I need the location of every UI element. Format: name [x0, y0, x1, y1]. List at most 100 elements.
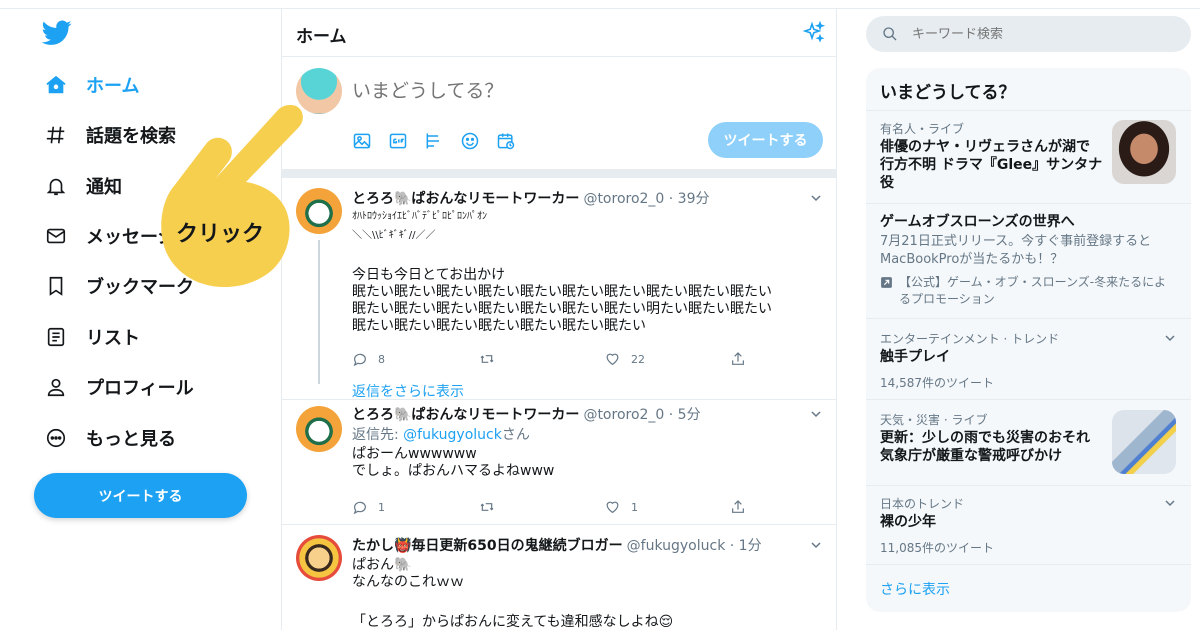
- headline-line: 行方不明 ドラマ『Glee』サンタナ: [880, 157, 1103, 173]
- twitter-logo-icon[interactable]: [42, 20, 72, 46]
- desc-line: MacBookProが当たるかも！？: [880, 252, 1064, 267]
- sparkle-icon[interactable]: [802, 21, 826, 45]
- chevron-down-icon[interactable]: [810, 192, 822, 204]
- chevron-down-icon[interactable]: [810, 539, 822, 551]
- main-timeline: ホーム ツイートする とろろ🐘ぱおんなリモートワーカー@tororo2_: [281, 9, 837, 630]
- chevron-down-icon[interactable]: [1164, 497, 1176, 509]
- chevron-down-icon[interactable]: [810, 408, 822, 420]
- chevron-down-icon[interactable]: [1164, 332, 1176, 344]
- share-icon: [732, 500, 744, 513]
- like-button[interactable]: 1: [604, 499, 638, 515]
- gif-icon[interactable]: [388, 130, 424, 152]
- author-handle[interactable]: @fukugyoluck · 1分: [627, 538, 762, 554]
- tweet-line: 「とろろ」からぱおんに変えても違和感なしよね😌: [352, 614, 674, 630]
- trend-divider: [866, 110, 1191, 111]
- author-name[interactable]: とろろ🐘ぱおんなリモートワーカー: [352, 191, 579, 207]
- timeline-header: ホーム: [282, 9, 836, 57]
- tweet-header: とろろ🐘ぱおんなリモートワーカー @tororo2_0 · 39分: [352, 188, 710, 208]
- sidebar-item-notifications[interactable]: 通知: [44, 166, 122, 206]
- sidebar-item-label: プロフィール: [86, 378, 194, 399]
- mail-icon: [44, 224, 68, 248]
- heart-icon: [606, 353, 619, 366]
- trend-divider: [866, 203, 1191, 204]
- twitter-home-page: ホーム 話題を検索 通知 メッセージ ブックマーク リスト プロフィール もっと…: [0, 0, 1200, 630]
- like-button[interactable]: 22: [604, 351, 645, 367]
- tweet-line: ぱおーんwwwwww: [352, 446, 477, 462]
- trends-title: いまどうしてる？: [880, 83, 1016, 103]
- retweet-button[interactable]: [478, 499, 496, 515]
- avatar[interactable]: [296, 406, 342, 452]
- reply-icon: [353, 501, 366, 515]
- pointing-hand-icon: [161, 105, 303, 288]
- share-button[interactable]: [730, 499, 746, 515]
- tweet-line: [352, 591, 822, 608]
- trend-thumbnail: [1112, 410, 1176, 474]
- sidebar-item-label: 通知: [86, 177, 122, 198]
- promo-line: るプロモーション: [899, 292, 995, 306]
- trend-divider: [866, 399, 1191, 400]
- sidebar-item-lists[interactable]: リスト: [44, 317, 140, 357]
- author-name[interactable]: たかし👹毎日更新650日の鬼継続ブロガー: [352, 538, 623, 554]
- headline-line: 気象庁が厳重な警戒呼びかけ: [880, 448, 1062, 464]
- trend-divider: [866, 564, 1191, 565]
- retweet-icon: [480, 355, 494, 363]
- headline-line: 俳優のナヤ・リヴェラさんが湖で: [880, 139, 1090, 155]
- heart-icon: [606, 501, 619, 514]
- trend-divider: [866, 485, 1191, 486]
- reply-suffix: さん: [501, 427, 530, 443]
- tweet-line: ぱおん🐘: [352, 557, 412, 573]
- bell-icon: [44, 174, 68, 198]
- reply-button[interactable]: 1: [352, 499, 385, 515]
- tweet-actions: 1 1: [352, 499, 752, 519]
- trend-description: 7月21日正式リリース。今すぐ事前登録すると MacBookProが当たるかも！…: [880, 233, 1151, 269]
- sidebar-tweet-button[interactable]: ツイートする: [34, 473, 247, 518]
- sidebar-item-profile[interactable]: プロフィール: [44, 367, 194, 407]
- tweet[interactable]: たかし👹毎日更新650日の鬼継続ブロガー @fukugyoluck · 1分 ぱお…: [282, 525, 836, 630]
- list-icon: [44, 325, 68, 349]
- trend-meta: 日本のトレンド: [880, 497, 965, 511]
- avatar[interactable]: [296, 535, 342, 581]
- image-icon[interactable]: [352, 130, 388, 152]
- tweet-actions: 8 22: [352, 351, 752, 371]
- trend-headline: ゲームオブスローンズの世界へ: [880, 214, 1075, 230]
- tweet[interactable]: とろろ🐘ぱおんなリモートワーカー @tororo2_0 · 5分 返信先: @fu…: [282, 400, 836, 524]
- trend-headline: 裸の少年: [880, 514, 936, 530]
- author-handle[interactable]: @tororo2_0 · 5分: [583, 407, 700, 423]
- trend-meta: 有名人・ライブ: [880, 122, 965, 136]
- search-box[interactable]: [866, 16, 1191, 52]
- mention-link[interactable]: @fukugyoluck: [403, 427, 502, 443]
- search-input[interactable]: [912, 26, 1162, 42]
- poll-icon[interactable]: [424, 130, 460, 152]
- search-icon: [883, 27, 897, 41]
- share-button[interactable]: [730, 351, 746, 367]
- reply-button[interactable]: 8: [352, 351, 385, 367]
- tweet[interactable]: とろろ🐘ぱおんなリモートワーカー @tororo2_0 · 39分 ｵﾊﾄﾛｳｯｼ…: [282, 178, 836, 401]
- emoji-icon[interactable]: [460, 130, 496, 152]
- tweet-line: でしょ。ぱおんハマるよねwww: [352, 463, 555, 479]
- sidebar-item-label: もっと見る: [86, 429, 176, 450]
- reply-context: 返信先: @fukugyoluckさん: [352, 427, 822, 444]
- compose-tweet-button[interactable]: ツイートする: [708, 122, 823, 158]
- trend-headline: 俳優のナヤ・リヴェラさんが湖で 行方不明 ドラマ『Glee』サンタナ 役: [880, 138, 1102, 192]
- sidebar-item-label: リスト: [86, 328, 140, 349]
- trend-tweet-count: 14,587件のツイート: [880, 376, 994, 390]
- sidebar-item-home[interactable]: ホーム: [44, 65, 139, 105]
- retweet-button[interactable]: [478, 351, 496, 367]
- trend-meta: 天気・災害 · ライブ: [880, 413, 988, 427]
- author-handle[interactable]: @tororo2_0 · 39分: [583, 191, 709, 207]
- promoted-by: 【公式】ゲーム・オブ・スローンズ-冬来たるによ るプロモーション: [880, 274, 1166, 308]
- page-title: ホーム: [296, 27, 347, 47]
- trend-headline: 更新：少しの雨でも災害のおそれ 気象庁が厳重な警戒呼びかけ: [880, 429, 1090, 465]
- show-more-trends-link[interactable]: さらに表示: [880, 579, 950, 599]
- show-more-replies-link[interactable]: 返信をさらに表示: [352, 381, 464, 401]
- schedule-icon[interactable]: [496, 130, 532, 152]
- more-icon: [44, 426, 68, 450]
- author-name[interactable]: とろろ🐘ぱおんなリモートワーカー: [352, 407, 579, 423]
- trends-panel: いまどうしてる？ 有名人・ライブ 俳優のナヤ・リヴェラさんが湖で 行方不明 ドラ…: [866, 68, 1191, 612]
- tweet-text: ぱおん🐘 なんなのこれｗｗ 「とろろ」からぱおんに変えても違和感なしよね😌: [352, 557, 822, 630]
- hashtag-icon: [44, 123, 68, 147]
- composer-separator: [282, 169, 836, 178]
- compose-input[interactable]: [352, 76, 812, 106]
- reply-icon: [353, 353, 366, 367]
- sidebar-item-more[interactable]: もっと見る: [44, 418, 176, 458]
